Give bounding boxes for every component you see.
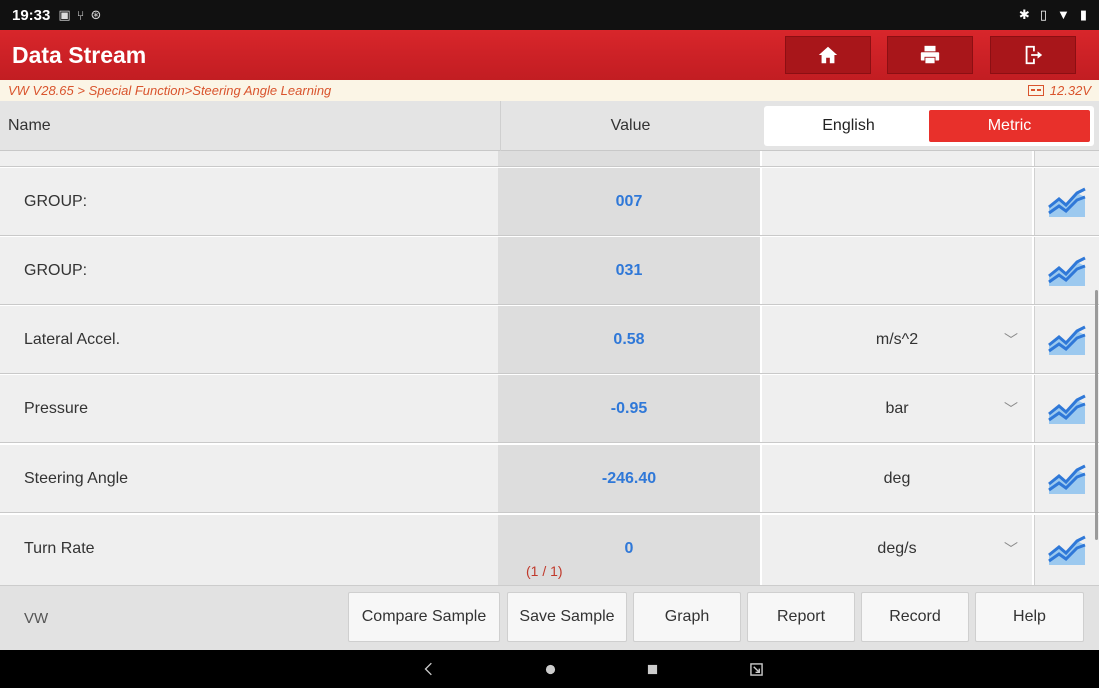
compare-sample-button[interactable]: Compare Sample bbox=[348, 592, 500, 642]
record-button[interactable]: Record bbox=[861, 592, 969, 642]
recents-button[interactable] bbox=[640, 650, 664, 688]
row-unit-dropdown[interactable]: deg/s ﹀ bbox=[762, 515, 1032, 585]
voltage-value: 12.32V bbox=[1049, 83, 1091, 98]
row-unit: m/s^2 bbox=[875, 331, 919, 348]
row-name: Steering Angle bbox=[0, 445, 498, 512]
chevron-down-icon: ﹀ bbox=[1004, 541, 1018, 557]
recents-icon bbox=[647, 664, 657, 674]
chevron-down-icon: ﹀ bbox=[1004, 401, 1018, 417]
row-graph-button[interactable] bbox=[1034, 445, 1099, 512]
vehicle-brand-label: VW bbox=[24, 610, 49, 627]
chevron-down-icon: ﹀ bbox=[1004, 332, 1018, 348]
row-unit bbox=[762, 237, 1032, 304]
home-icon bbox=[818, 46, 838, 64]
home-circle-icon bbox=[545, 664, 555, 674]
row-name: Lateral Accel. bbox=[0, 306, 498, 373]
table-row[interactable]: Lateral Accel. 0.58 m/s^2 ﹀ bbox=[0, 306, 1099, 374]
row-name: Turn Rate bbox=[0, 515, 498, 585]
status-bar: 19:33 ▣ ⑂ ⊛ ✱ ▯ ▼ ▮ bbox=[0, 0, 1099, 30]
wifi-icon: ▼ bbox=[1056, 7, 1070, 22]
save-sample-button[interactable]: Save Sample bbox=[507, 592, 627, 642]
battery-icon: ▮ bbox=[1079, 7, 1087, 22]
graph-trend-icon bbox=[1048, 394, 1086, 424]
back-icon bbox=[424, 662, 432, 676]
page-title: Data Stream bbox=[12, 41, 147, 68]
app-window: 19:33 ▣ ⑂ ⊛ ✱ ▯ ▼ ▮ Data Stream VW V28.6… bbox=[0, 0, 1099, 688]
screenshot-button[interactable] bbox=[744, 650, 768, 688]
table-row[interactable]: Pressure -0.95 bar ﹀ bbox=[0, 375, 1099, 443]
value-column-header: Value bbox=[500, 101, 760, 151]
table-row[interactable]: GROUP: 031 bbox=[0, 237, 1099, 305]
row-name: GROUP: bbox=[0, 168, 498, 235]
row-unit-dropdown[interactable]: m/s^2 ﹀ bbox=[762, 306, 1032, 373]
screenshot-icon bbox=[749, 662, 763, 676]
bottom-toolbar: VW Compare Sample Save Sample Graph Repo… bbox=[0, 585, 1099, 650]
home-nav-button[interactable] bbox=[538, 650, 562, 688]
graph-trend-icon bbox=[1048, 187, 1086, 217]
exit-button[interactable] bbox=[990, 36, 1076, 74]
breadcrumb-path: VW V28.65 > Special Function>Steering An… bbox=[8, 83, 332, 98]
row-value: 007 bbox=[498, 168, 760, 235]
row-unit-dropdown[interactable]: bar ﹀ bbox=[762, 375, 1032, 442]
row-graph-button[interactable] bbox=[1034, 515, 1099, 585]
row-value: -0.95 bbox=[498, 375, 760, 442]
graph-trend-icon bbox=[1048, 325, 1086, 355]
title-bar: Data Stream bbox=[0, 30, 1099, 80]
navigation-bar bbox=[0, 650, 1099, 688]
status-time: 19:33 bbox=[12, 6, 51, 24]
data-stream-table[interactable]: GROUP: 007 GROUP: 031 Lateral Accel. 0.5… bbox=[0, 151, 1099, 585]
table-row[interactable]: Steering Angle -246.40 deg bbox=[0, 445, 1099, 513]
notification-icon: ▣ bbox=[58, 7, 71, 22]
row-graph-button[interactable] bbox=[1034, 168, 1099, 235]
graph-button[interactable]: Graph bbox=[633, 592, 741, 642]
page-indicator: (1 / 1) bbox=[526, 563, 563, 579]
table-row-partial bbox=[0, 151, 1099, 167]
row-name: Pressure bbox=[0, 375, 498, 442]
breadcrumb: VW V28.65 > Special Function>Steering An… bbox=[0, 80, 1099, 101]
car-battery-icon bbox=[1027, 85, 1044, 96]
row-name: GROUP: bbox=[0, 237, 498, 304]
help-button[interactable]: Help bbox=[975, 592, 1084, 642]
back-button[interactable] bbox=[416, 650, 440, 688]
row-value: -246.40 bbox=[498, 445, 760, 512]
scrollbar[interactable] bbox=[1095, 290, 1098, 540]
exit-icon bbox=[1025, 45, 1043, 65]
vibrate-icon: ▯ bbox=[1039, 7, 1047, 22]
row-value: 031 bbox=[498, 237, 760, 304]
print-icon bbox=[920, 45, 940, 65]
graph-trend-icon bbox=[1048, 464, 1086, 494]
unit-english-option[interactable]: English bbox=[768, 110, 929, 142]
voltage-indicator: 12.32V bbox=[1027, 83, 1091, 98]
print-button[interactable] bbox=[887, 36, 973, 74]
name-column-header: Name bbox=[8, 117, 51, 134]
row-value: 0.58 bbox=[498, 306, 760, 373]
graph-trend-icon bbox=[1048, 256, 1086, 286]
unit-toggle: English Metric bbox=[764, 106, 1094, 146]
report-button[interactable]: Report bbox=[747, 592, 855, 642]
row-graph-button[interactable] bbox=[1034, 375, 1099, 442]
settings-notification-icon: ⊛ bbox=[90, 7, 102, 22]
row-unit: bar bbox=[885, 400, 909, 417]
home-button[interactable] bbox=[785, 36, 871, 74]
row-graph-button[interactable] bbox=[1034, 237, 1099, 304]
usb-icon: ⑂ bbox=[76, 7, 85, 23]
row-unit: deg bbox=[762, 445, 1032, 512]
graph-trend-icon bbox=[1048, 535, 1086, 565]
bluetooth-icon: ✱ bbox=[1018, 7, 1030, 22]
row-graph-button[interactable] bbox=[1034, 306, 1099, 373]
row-unit bbox=[762, 168, 1032, 235]
table-header: Name Value English Metric bbox=[0, 101, 1099, 151]
unit-metric-option[interactable]: Metric bbox=[929, 110, 1090, 142]
table-row[interactable]: GROUP: 007 bbox=[0, 168, 1099, 236]
row-unit: deg/s bbox=[877, 540, 917, 557]
